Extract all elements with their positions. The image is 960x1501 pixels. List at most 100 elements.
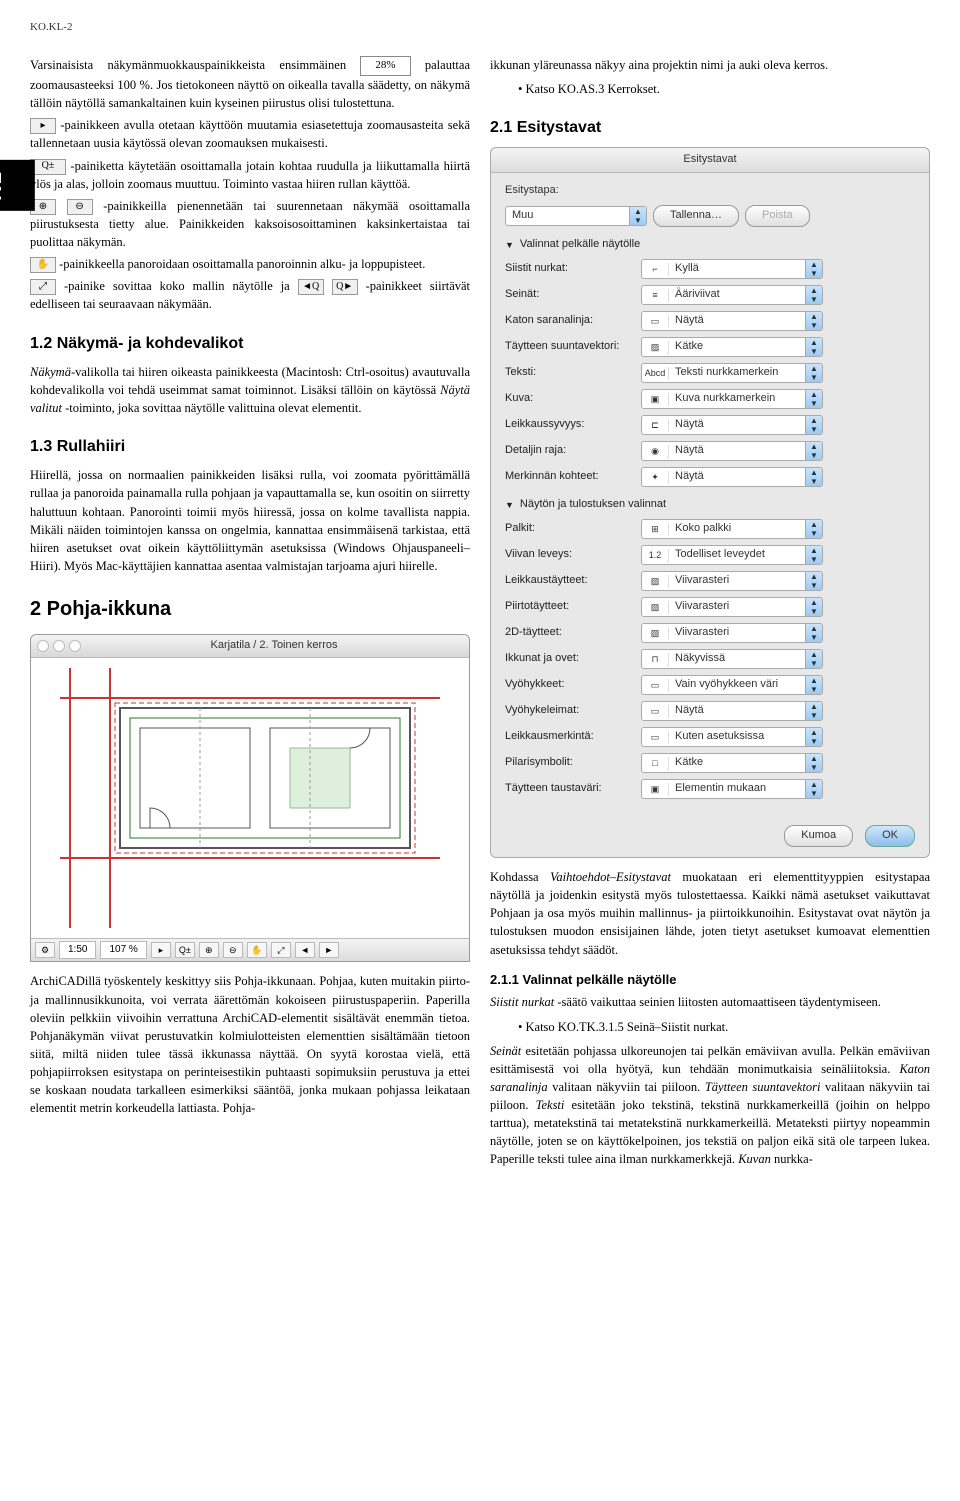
em-text: Kuvan	[738, 1152, 771, 1166]
option-select[interactable]: ▨Kätke▲▼	[641, 337, 823, 357]
prev-view-icon[interactable]: ◄	[295, 942, 315, 958]
option-value: Näytä	[669, 469, 805, 485]
option-icon: ▣	[642, 393, 669, 406]
option-icon: ▭	[642, 731, 669, 744]
option-select[interactable]: ▭Vain vyöhykkeen väri▲▼	[641, 675, 823, 695]
option-select[interactable]: ⊓Näkyvissä▲▼	[641, 649, 823, 669]
option-label: Katon saranalinja:	[505, 313, 635, 329]
select-arrows-icon: ▲▼	[805, 675, 822, 695]
text-fragment: -painikkeella panoroidaan osoittamalla p…	[59, 257, 425, 271]
option-select[interactable]: ⌐Kyllä▲▼	[641, 259, 823, 279]
option-select[interactable]: ⊏Näytä▲▼	[641, 415, 823, 435]
select-arrows-icon: ▲▼	[805, 519, 822, 539]
option-select[interactable]: ✦Näytä▲▼	[641, 467, 823, 487]
prev-view-icon: ◄Q	[298, 279, 324, 295]
option-row: Leikkaustäytteet:▨Viivarasteri▲▼	[505, 571, 915, 591]
ok-button[interactable]: OK	[865, 825, 915, 847]
option-select[interactable]: ≡Ääriviivat▲▼	[641, 285, 823, 305]
option-icon: ▭	[642, 315, 669, 328]
option-label: Leikkaussyvyys:	[505, 417, 635, 433]
select-arrows-icon: ▲▼	[805, 597, 822, 617]
zoom-window-icon[interactable]	[69, 640, 81, 652]
text-fragment: -painikkeen avulla otetaan käyttöön muut…	[30, 118, 470, 150]
zoom-in-icon[interactable]: ⊕	[199, 942, 219, 958]
option-select[interactable]: AbcdTeksti nurkkamerkein▲▼	[641, 363, 823, 383]
option-select[interactable]: ▨Viivarasteri▲▼	[641, 571, 823, 591]
bullet-ref: • Katso KO.AS.3 Kerrokset.	[490, 80, 930, 98]
option-value: Ääriviivat	[669, 287, 805, 303]
zoom-slider-icon[interactable]: Q±	[175, 942, 195, 958]
dropdown-icon[interactable]: ▸	[151, 942, 171, 958]
section-tab-kl: KL	[0, 160, 35, 211]
option-value: Kyllä	[669, 261, 805, 277]
option-row: Kuva: ▣Kuva nurkkamerkein▲▼	[505, 389, 915, 409]
select-arrows-icon: ▲▼	[805, 753, 822, 773]
disclosure-screen-only[interactable]: ▼ Valinnat pelkälle näytölle	[505, 237, 915, 253]
option-select[interactable]: ▭Näytä▲▼	[641, 701, 823, 721]
disclosure-label: Valinnat pelkälle näytölle	[520, 237, 640, 253]
option-select[interactable]: ▣Elementin mukaan▲▼	[641, 779, 823, 799]
em-text: Teksti	[536, 1098, 565, 1112]
option-select[interactable]: 1.2Todelliset leveydet▲▼	[641, 545, 823, 565]
display-options-dialog: Esitystavat Esitystapa: Muu ▲▼ Tallenna……	[490, 147, 930, 858]
option-value: Viivarasteri	[669, 599, 805, 615]
heading-2: 2 Pohja-ikkuna	[30, 595, 470, 624]
option-value: Näytä	[669, 443, 805, 459]
option-value: Vain vyöhykkeen väri	[669, 677, 805, 693]
zoom-slider-icon: Q±	[30, 159, 66, 175]
zoom-percent-readout: 28%	[360, 56, 410, 76]
save-button[interactable]: Tallenna…	[653, 205, 739, 227]
option-value: Viivarasteri	[669, 625, 805, 641]
text-fragment: -toiminto, joka sovittaa näytölle valitt…	[62, 401, 362, 415]
option-label: 2D-täytteet:	[505, 625, 635, 641]
next-view-icon[interactable]: ►	[319, 942, 339, 958]
option-select[interactable]: ▨Viivarasteri▲▼	[641, 597, 823, 617]
option-select[interactable]: ▨Viivarasteri▲▼	[641, 623, 823, 643]
option-select[interactable]: ▣Kuva nurkkamerkein▲▼	[641, 389, 823, 409]
heading-1-3: 1.3 Rullahiiri	[30, 435, 470, 458]
option-row: Leikkaussyvyys: ⊏Näytä▲▼	[505, 415, 915, 435]
scale-readout[interactable]: 1:50	[59, 941, 96, 960]
option-value: Elementin mukaan	[669, 781, 805, 797]
option-icon: ▣	[642, 783, 669, 796]
close-window-icon[interactable]	[37, 640, 49, 652]
preset-select[interactable]: Muu ▲▼	[505, 206, 647, 226]
cancel-button[interactable]: Kumoa	[784, 825, 853, 847]
body-para: ⤢ -painike sovittaa koko mallin näytölle…	[30, 277, 470, 313]
option-select[interactable]: ▭Kuten asetuksissa▲▼	[641, 727, 823, 747]
option-select[interactable]: ◉Näytä▲▼	[641, 441, 823, 461]
option-label: Vyöhykeleimat:	[505, 703, 635, 719]
options-icon[interactable]: ⚙	[35, 942, 55, 958]
heading-2-1: 2.1 Esitystavat	[490, 116, 930, 139]
option-select[interactable]: □Kätke▲▼	[641, 753, 823, 773]
pan-hand-icon[interactable]: ✋	[247, 942, 267, 958]
option-select[interactable]: ▭Näytä▲▼	[641, 311, 823, 331]
fit-icon[interactable]: ⤢	[271, 942, 291, 958]
option-row: Vyöhykkeet:▭Vain vyöhykkeen väri▲▼	[505, 675, 915, 695]
text-fragment: -säätö vaikuttaa seinien liitosten autom…	[554, 995, 881, 1009]
text-fragment: valitaan näkyviin tai piiloon.	[548, 1080, 705, 1094]
zoom-readout[interactable]: 107 %	[100, 941, 146, 960]
text-fragment: -painikkeilla pienennetään tai suurennet…	[30, 199, 470, 249]
delete-button[interactable]: Poista	[745, 205, 810, 227]
option-label: Kuva:	[505, 391, 635, 407]
floorplan-canvas[interactable]	[31, 658, 469, 938]
minimize-window-icon[interactable]	[53, 640, 65, 652]
option-icon: ✦	[642, 471, 669, 484]
option-icon: ⌐	[642, 263, 669, 276]
text-fragment: Varsinaisista näkymänmuokkauspainikkeist…	[30, 58, 360, 72]
em-text: Siistit nurkat	[490, 995, 554, 1009]
option-select[interactable]: ⊞Koko palkki▲▼	[641, 519, 823, 539]
body-para: ikkunan yläreunassa näkyy aina projektin…	[490, 56, 930, 74]
option-row: Täytteen suuntavektori:▨Kätke▲▼	[505, 337, 915, 357]
body-para: Seinät esitetään pohjassa ulkoreunojen t…	[490, 1042, 930, 1169]
zoom-out-icon[interactable]: ⊖	[223, 942, 243, 958]
body-para: Varsinaisista näkymänmuokkauspainikkeist…	[30, 56, 470, 112]
option-value: Kätke	[669, 755, 805, 771]
disclosure-screen-print[interactable]: ▼ Näytön ja tulostuksen valinnat	[505, 497, 915, 513]
option-row: Teksti:AbcdTeksti nurkkamerkein▲▼	[505, 363, 915, 383]
option-value: Näytä	[669, 417, 805, 433]
option-value: Kuva nurkkamerkein	[669, 391, 805, 407]
pan-hand-icon: ✋	[30, 257, 56, 273]
option-icon: ≡	[642, 289, 669, 302]
